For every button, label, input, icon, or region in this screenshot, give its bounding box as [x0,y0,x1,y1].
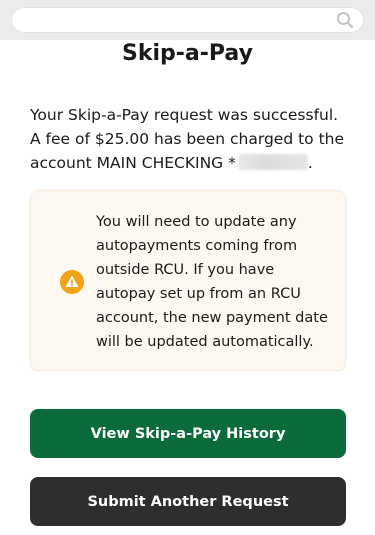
autopay-notice: You will need to update any autopayments… [30,190,346,371]
page-title: Skip-a-Pay [122,41,253,66]
search-icon[interactable] [336,11,354,29]
submit-another-request-button[interactable]: Submit Another Request [30,477,346,526]
notice-text: You will need to update any autopayments… [96,214,328,350]
search-input[interactable] [11,7,364,33]
top-bar [0,0,375,40]
masked-account-number [237,154,308,170]
confirmation-message: Your Skip-a-Pay request was successful. … [30,103,350,175]
warning-icon [60,270,84,294]
confirmation-end: . [307,154,313,172]
view-history-button[interactable]: View Skip-a-Pay History [30,409,346,458]
